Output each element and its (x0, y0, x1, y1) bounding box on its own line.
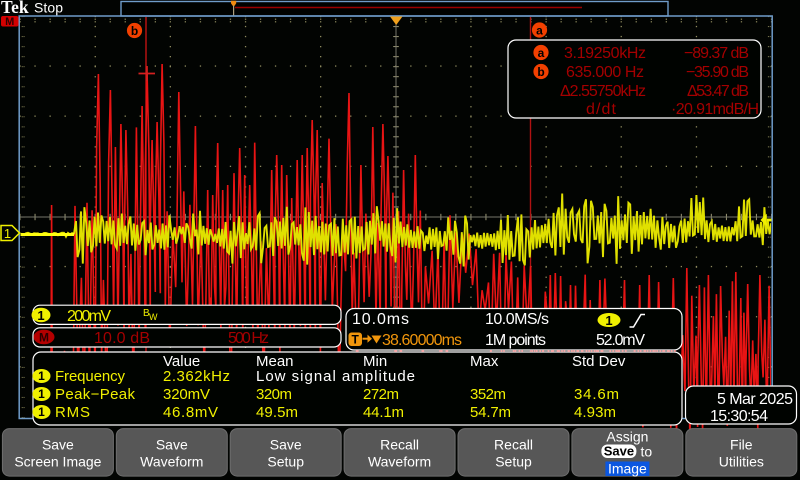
svg-text:1: 1 (37, 308, 44, 323)
svg-text:Utilities: Utilities (719, 454, 764, 470)
svg-text:T: T (352, 333, 360, 347)
svg-text:635.000 Hz: 635.000 Hz (566, 64, 644, 81)
svg-text:Image: Image (608, 461, 647, 477)
svg-text:5 Mar 2025: 5 Mar 2025 (717, 391, 793, 408)
svg-text:Recall: Recall (380, 437, 419, 453)
svg-text:34.6m: 34.6m (574, 386, 619, 403)
svg-text:1: 1 (4, 226, 11, 241)
svg-text:1: 1 (605, 313, 612, 328)
svg-text:3.19250kHz: 3.19250kHz (564, 45, 646, 62)
svg-text:10.0ms: 10.0ms (352, 311, 409, 328)
svg-text:2.362kHz: 2.362kHz (163, 368, 230, 385)
svg-text:1M points: 1M points (485, 332, 546, 349)
svg-text:·20.91mdB/H: ·20.91mdB/H (671, 101, 759, 118)
svg-text:Setup: Setup (495, 454, 532, 470)
svg-text:Setup: Setup (267, 454, 304, 470)
svg-text:Peak−Peak: Peak−Peak (55, 386, 136, 403)
svg-text:Std Dev: Std Dev (572, 353, 626, 370)
svg-text:Waveform: Waveform (368, 454, 431, 470)
svg-text:−89.37 dB: −89.37 dB (684, 45, 749, 62)
svg-text:to: to (641, 444, 653, 460)
svg-text:M: M (39, 331, 49, 345)
svg-text:a: a (538, 46, 545, 60)
svg-text:54.7m: 54.7m (470, 404, 511, 421)
svg-text:Save: Save (156, 437, 188, 453)
svg-text:272m: 272m (363, 386, 399, 403)
svg-text:File: File (730, 437, 753, 453)
svg-text:500 Hz: 500 Hz (228, 330, 269, 347)
svg-text:Tek: Tek (1, 0, 29, 17)
svg-text:10.0 dB: 10.0 dB (94, 330, 150, 347)
svg-text:Recall: Recall (494, 437, 533, 453)
svg-text:Stop: Stop (34, 0, 63, 16)
svg-text:Save: Save (42, 437, 74, 453)
svg-text:Save: Save (604, 444, 634, 459)
svg-text:Δ53.47 dB: Δ53.47 dB (687, 83, 749, 100)
svg-text:200mV: 200mV (67, 308, 111, 325)
svg-text:38.60000ms: 38.60000ms (382, 332, 462, 349)
svg-text:−35.90 dB: −35.90 dB (686, 64, 749, 81)
svg-text:10.0MS/s: 10.0MS/s (485, 311, 549, 328)
svg-text:Waveform: Waveform (140, 454, 203, 470)
svg-text:Screen Image: Screen Image (14, 454, 101, 470)
svg-text:15:30:54: 15:30:54 (710, 408, 768, 425)
svg-text:M: M (5, 16, 14, 28)
svg-text:W: W (149, 312, 158, 322)
svg-text:44.1m: 44.1m (363, 404, 404, 421)
svg-text:320mV: 320mV (163, 386, 210, 403)
svg-text:1: 1 (38, 369, 45, 383)
svg-text:1: 1 (38, 387, 45, 401)
svg-text:Δ2.55750kHz: Δ2.55750kHz (560, 83, 646, 100)
svg-text:52.0mV: 52.0mV (596, 332, 645, 349)
svg-text:b: b (131, 24, 138, 38)
svg-text:4.93m: 4.93m (574, 404, 616, 421)
svg-text:Low signal amplitude: Low signal amplitude (256, 368, 415, 385)
svg-text:RMS: RMS (55, 404, 90, 421)
svg-text:1: 1 (38, 405, 45, 419)
svg-text:46.8mV: 46.8mV (163, 404, 218, 421)
svg-text:Save: Save (270, 437, 302, 453)
svg-text:49.5m: 49.5m (256, 404, 298, 421)
svg-text:Frequency: Frequency (55, 368, 126, 385)
svg-text:352m: 352m (470, 386, 506, 403)
svg-text:320m: 320m (256, 386, 292, 403)
svg-text:Assign: Assign (606, 429, 648, 445)
svg-text:b: b (537, 65, 544, 79)
svg-text:a: a (536, 23, 543, 37)
svg-text:d/dt: d/dt (586, 101, 617, 118)
svg-text:Max: Max (470, 353, 499, 370)
